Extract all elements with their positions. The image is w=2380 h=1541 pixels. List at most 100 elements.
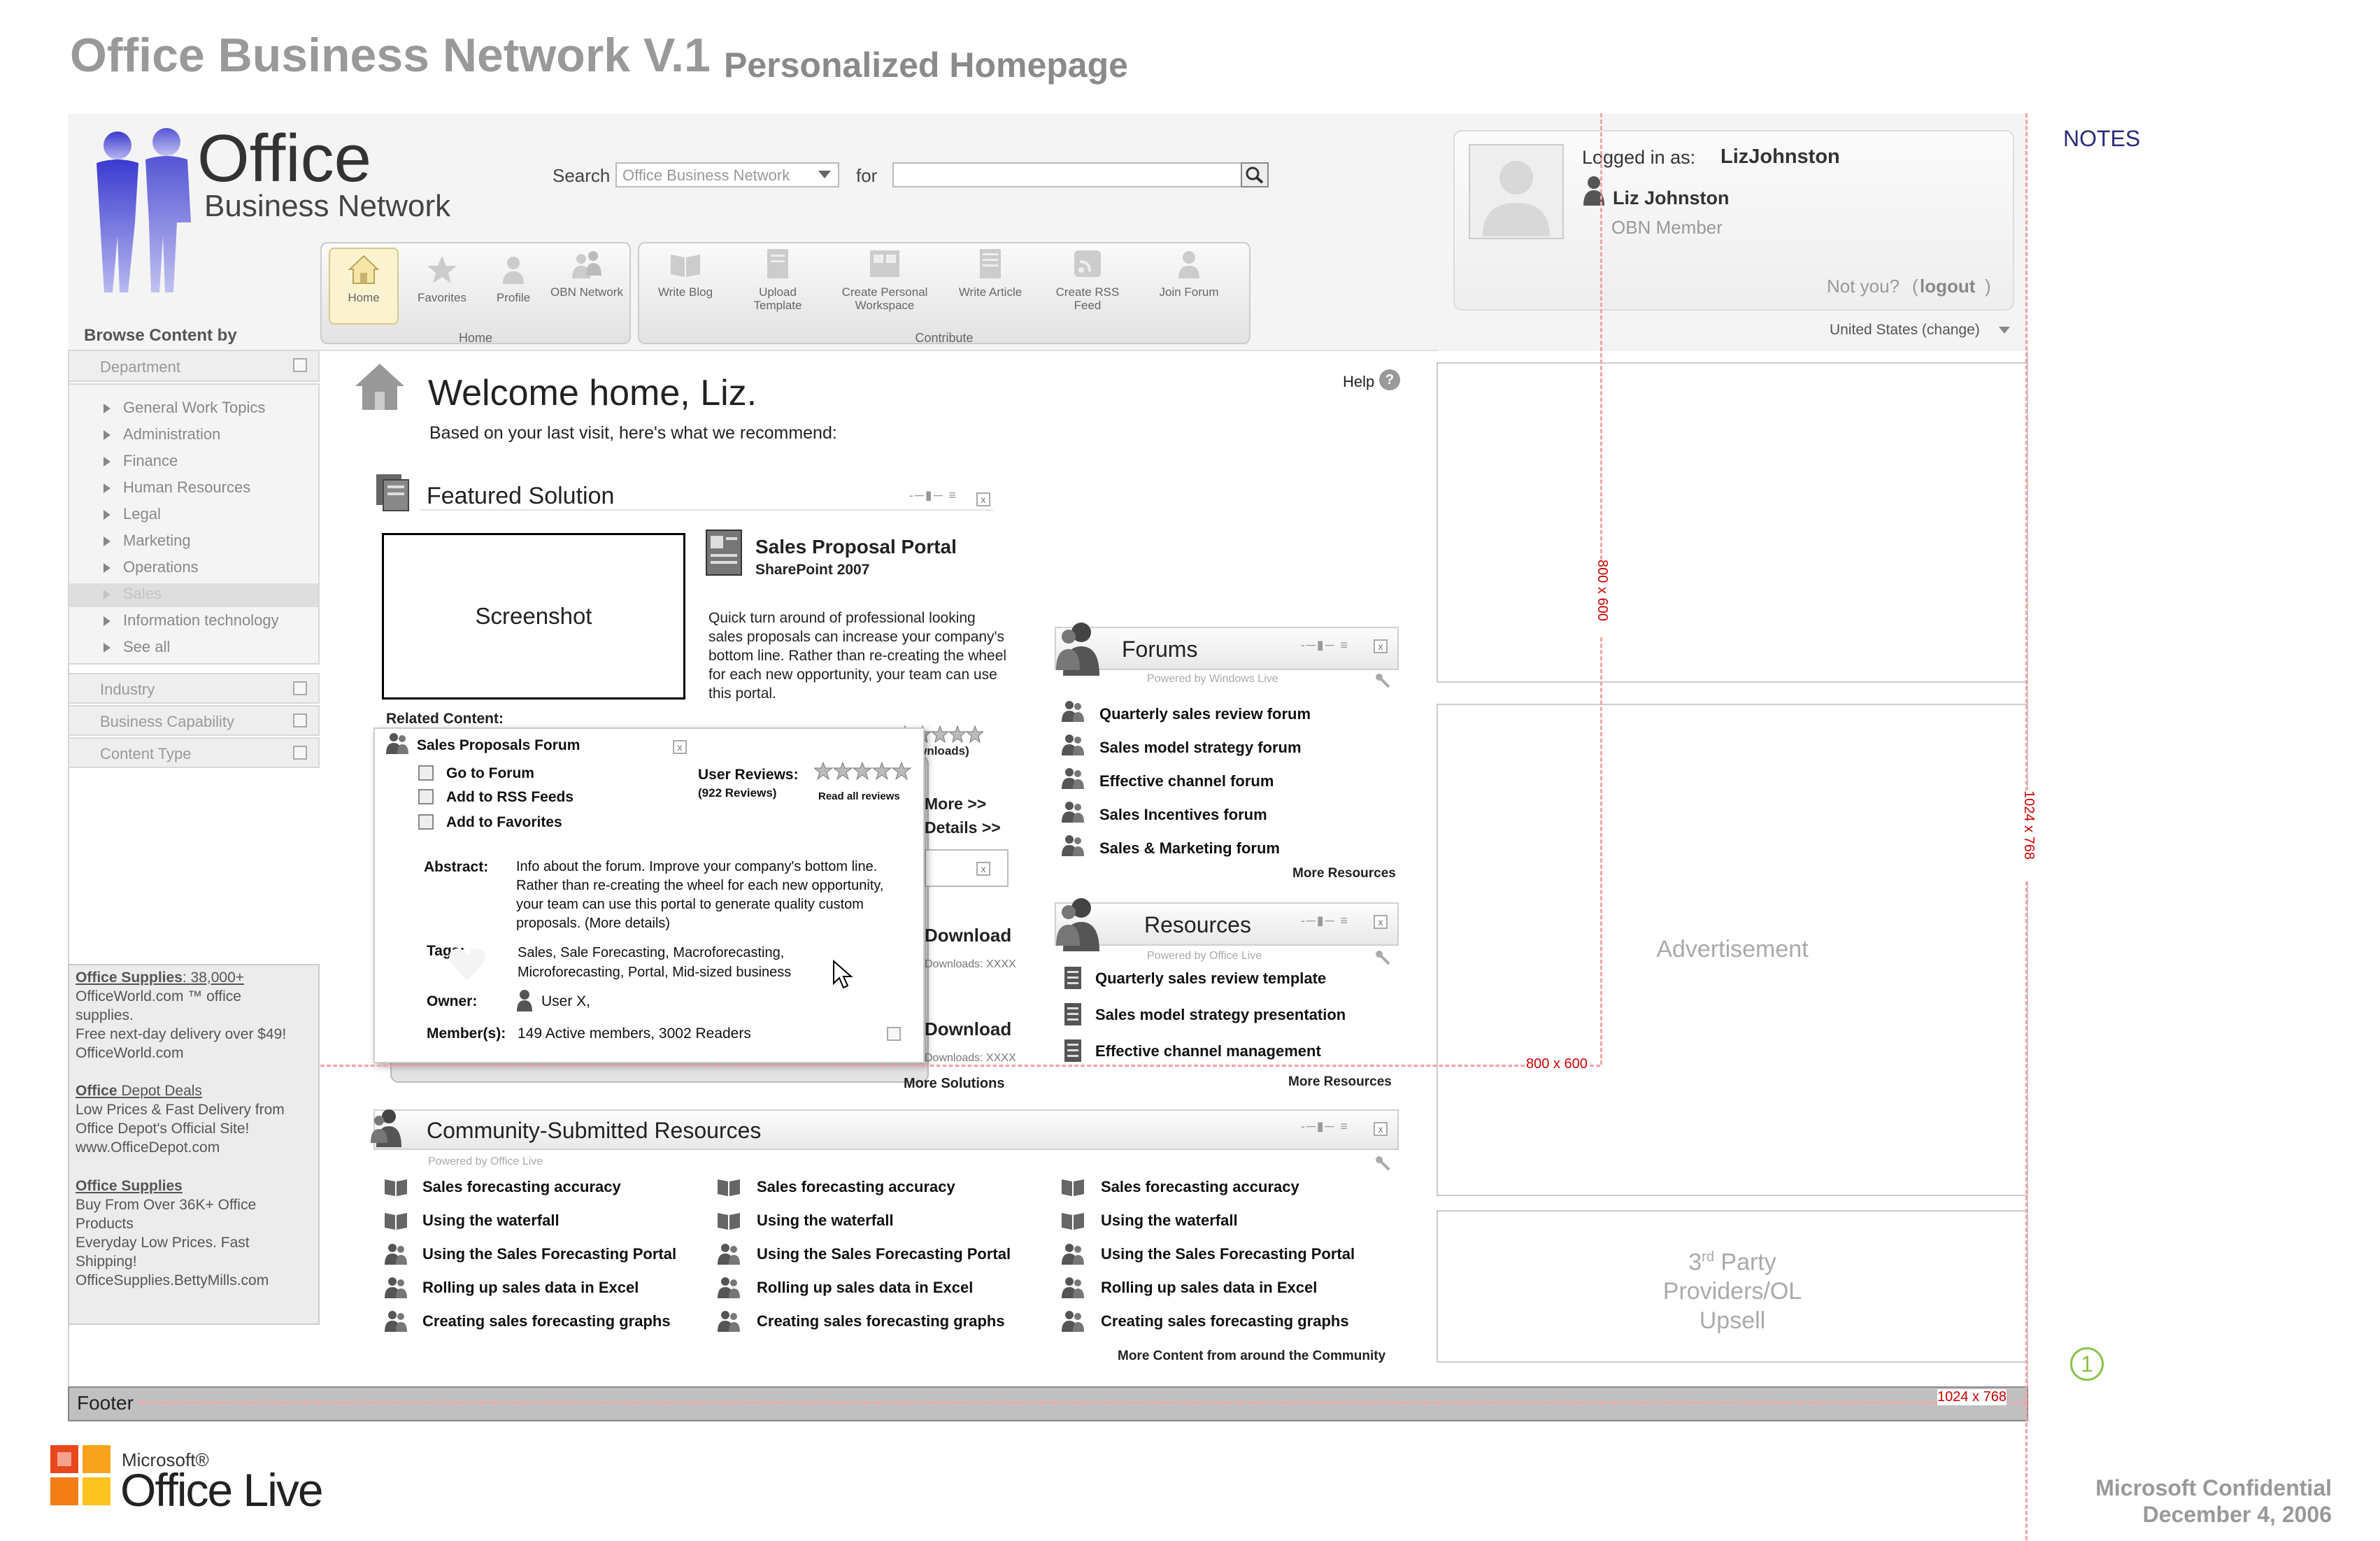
community-customize-slider[interactable]: -─▮─ ≡ <box>1301 1119 1349 1134</box>
locale-chevron-down-icon[interactable] <box>1999 327 2010 334</box>
community-item-forecasting-accuracy[interactable]: Sales forecasting accuracy <box>422 1178 621 1196</box>
sidebar-item-human-resources[interactable]: Human Resources <box>104 478 250 497</box>
community-item-waterfall[interactable]: Using the waterfall <box>1101 1212 1238 1230</box>
logout-link[interactable]: logout <box>1920 276 1975 297</box>
toolbar-join-forum[interactable]: Join Forum <box>1154 246 1224 299</box>
toolbar-favorites[interactable]: Favorites <box>407 252 477 304</box>
resource-strategy-presentation[interactable]: Sales model strategy presentation <box>1095 1006 1346 1024</box>
community-item-forecasting-portal[interactable]: Using the Sales Forecasting Portal <box>757 1245 1011 1263</box>
community-item-forecasting-accuracy[interactable]: Sales forecasting accuracy <box>757 1178 955 1196</box>
community-item-forecasting-portal[interactable]: Using the Sales Forecasting Portal <box>1101 1245 1355 1263</box>
resources-customize-slider[interactable]: -─▮─ ≡ <box>1301 914 1349 928</box>
ad-1[interactable]: Office Supplies: 38,000+ OfficeWorld.com… <box>76 968 286 1063</box>
sidebar-item-sales[interactable]: Sales <box>104 585 162 603</box>
toolbar-obn-network[interactable]: OBN Network <box>548 246 625 299</box>
ad-3[interactable]: Office Supplies Buy From Over 36K+ Offic… <box>76 1177 269 1290</box>
community-item-rolling-up-excel[interactable]: Rolling up sales data in Excel <box>757 1279 973 1297</box>
sidebar-item-finance[interactable]: Finance <box>104 452 178 470</box>
popup-close-button[interactable]: x <box>673 740 687 754</box>
search-button[interactable] <box>1241 162 1269 187</box>
toolbar-create-rss[interactable]: Create RSS Feed <box>1049 246 1126 312</box>
popup-chevron-down-icon[interactable] <box>887 1027 901 1041</box>
sidebar-item-marketing[interactable]: Marketing <box>104 532 191 550</box>
rss-feeds-icon[interactable] <box>418 789 434 804</box>
help-icon[interactable]: ? <box>1379 369 1400 390</box>
sidebar-item-operations[interactable]: Operations <box>104 558 199 576</box>
chevron-down-icon[interactable] <box>293 713 307 727</box>
community-item-forecasting-graphs[interactable]: Creating sales forecasting graphs <box>1101 1312 1349 1330</box>
sidebar-item-administration[interactable]: Administration <box>104 425 220 443</box>
chevron-down-icon[interactable] <box>293 681 307 695</box>
community-item-rolling-up-excel[interactable]: Rolling up sales data in Excel <box>422 1279 639 1297</box>
download-link-1[interactable]: Download <box>925 925 1011 946</box>
toolbar-create-workspace[interactable]: Create Personal Workspace <box>820 246 950 312</box>
search-scope-select[interactable]: Office Business Network <box>615 162 839 187</box>
content-type-header[interactable]: Content Type <box>68 737 320 768</box>
chevron-down-icon[interactable] <box>818 171 831 178</box>
community-more-content-link[interactable]: More Content from around the Community <box>1118 1349 1385 1364</box>
forums-close-button[interactable]: x <box>1374 639 1388 653</box>
community-item-forecasting-portal[interactable]: Using the Sales Forecasting Portal <box>422 1245 676 1263</box>
featured-product-title[interactable]: Sales Proposal Portal <box>755 536 957 558</box>
industry-header[interactable]: Industry <box>68 673 320 704</box>
toolbar-create-rss-label: Create RSS Feed <box>1055 285 1120 312</box>
ad-2[interactable]: Office Depot Deals Low Prices & Fast Del… <box>76 1081 285 1157</box>
forum-item-sales-marketing[interactable]: Sales & Marketing forum <box>1099 839 1280 858</box>
forums-more-resources-link[interactable]: More Resources <box>1292 866 1396 881</box>
resources-wrench-icon[interactable] <box>1375 950 1390 965</box>
sidebar-item-general-work-topics[interactable]: General Work Topics <box>104 399 265 417</box>
tags-text: Sales, Sale Forecasting, Macroforecastin… <box>518 945 792 980</box>
chevron-down-icon[interactable] <box>293 358 307 372</box>
help-link[interactable]: Help <box>1343 373 1374 391</box>
toolbar-home[interactable]: Home <box>329 252 399 304</box>
sidebar-item-see-all[interactable]: See all <box>104 638 170 656</box>
featured-customize-slider[interactable]: -─▮─ ≡ <box>909 488 957 503</box>
community-wrench-icon[interactable] <box>1375 1156 1390 1171</box>
resource-effective-channel[interactable]: Effective channel management <box>1095 1042 1321 1060</box>
popup-action-add-rss[interactable]: Add to RSS Feeds <box>446 789 573 806</box>
rss-icon <box>1074 250 1101 277</box>
popup-title[interactable]: Sales Proposals Forum <box>417 737 580 754</box>
community-item-waterfall[interactable]: Using the waterfall <box>757 1212 894 1230</box>
book-icon <box>716 1174 741 1199</box>
read-all-reviews-link[interactable]: Read all reviews <box>818 790 900 802</box>
resource-quarterly-template[interactable]: Quarterly sales review template <box>1095 970 1326 988</box>
forums-wrench-icon[interactable] <box>1375 673 1390 688</box>
forum-item-sales-model-strategy[interactable]: Sales model strategy forum <box>1099 739 1302 757</box>
community-close-button[interactable]: x <box>1374 1122 1388 1136</box>
resources-close-button[interactable]: x <box>1374 915 1388 929</box>
featured-close-button[interactable]: x <box>976 492 990 506</box>
popup-action-go-to-forum[interactable]: Go to Forum <box>446 765 534 782</box>
favorites-icon[interactable] <box>418 814 434 830</box>
forums-customize-slider[interactable]: -─▮─ ≡ <box>1301 638 1349 653</box>
locale-link[interactable]: United States (change) <box>1830 322 1980 339</box>
forum-item-sales-incentives[interactable]: Sales Incentives forum <box>1099 806 1267 824</box>
toolbar-create-workspace-label: Create Personal Workspace <box>841 285 928 312</box>
search-input[interactable] <box>892 162 1242 187</box>
sidebar-item-legal[interactable]: Legal <box>104 505 161 523</box>
chevron-down-icon[interactable] <box>293 746 307 760</box>
forum-item-effective-channel[interactable]: Effective channel forum <box>1099 772 1274 790</box>
resources-more-resources-link[interactable]: More Resources <box>1288 1074 1392 1090</box>
department-header[interactable]: Department <box>68 350 320 382</box>
details-link[interactable]: Details >> <box>925 818 1001 837</box>
forum-item-quarterly-sales-review[interactable]: Quarterly sales review forum <box>1099 705 1311 723</box>
community-item-forecasting-graphs[interactable]: Creating sales forecasting graphs <box>422 1312 671 1330</box>
business-capability-header[interactable]: Business Capability <box>68 705 320 736</box>
sidebar-item-information-technology[interactable]: Information technology <box>104 611 279 630</box>
go-to-forum-icon[interactable] <box>418 765 434 781</box>
toolbar-upload-template[interactable]: Upload Template <box>743 246 813 312</box>
related-close-button[interactable]: x <box>976 862 990 876</box>
popup-action-add-favorites[interactable]: Add to Favorites <box>446 814 562 831</box>
community-item-rolling-up-excel[interactable]: Rolling up sales data in Excel <box>1101 1279 1317 1297</box>
download-link-2[interactable]: Download <box>925 1018 1011 1040</box>
owner-value[interactable]: User X, <box>541 993 590 1010</box>
community-item-waterfall[interactable]: Using the waterfall <box>422 1212 560 1230</box>
toolbar-write-blog[interactable]: Write Blog <box>650 246 720 299</box>
toolbar-write-article[interactable]: Write Article <box>955 246 1025 299</box>
more-link[interactable]: More >> <box>925 795 986 814</box>
toolbar-profile[interactable]: Profile <box>478 252 548 304</box>
more-solutions-link[interactable]: More Solutions <box>904 1076 1004 1092</box>
community-item-forecasting-accuracy[interactable]: Sales forecasting accuracy <box>1101 1178 1299 1196</box>
community-item-forecasting-graphs[interactable]: Creating sales forecasting graphs <box>757 1312 1005 1330</box>
